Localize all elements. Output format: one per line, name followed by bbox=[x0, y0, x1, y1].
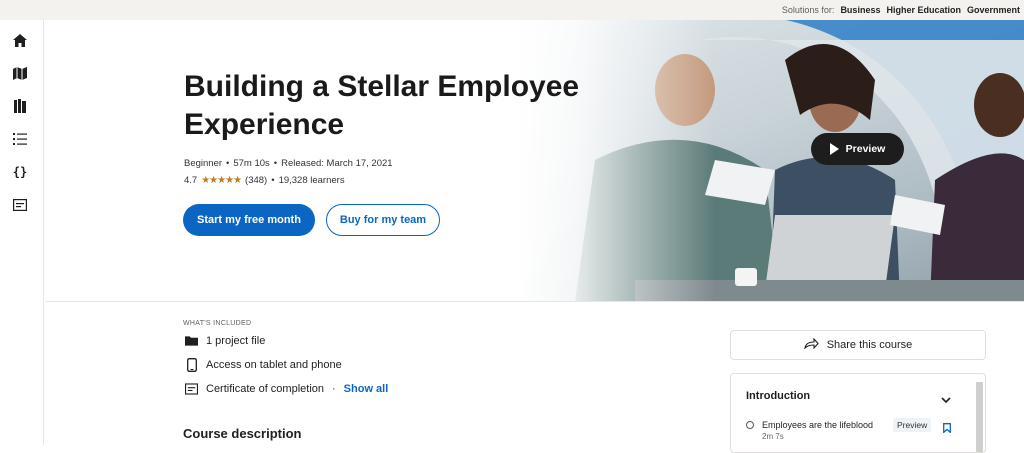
rating-stars-icon: ★★★★★ bbox=[201, 175, 242, 186]
rating-count[interactable]: (348) bbox=[245, 175, 267, 186]
map-icon[interactable] bbox=[12, 65, 28, 81]
rating-value: 4.7 bbox=[184, 175, 198, 186]
toc-video-item[interactable]: Employees are the lifeblood 2m 7s bbox=[746, 420, 873, 441]
start-free-month-button[interactable]: Start my free month bbox=[183, 204, 315, 236]
folder-icon bbox=[185, 334, 198, 347]
play-icon bbox=[829, 143, 839, 155]
included-item: Certificate of completion · Show all bbox=[185, 382, 388, 395]
course-contents-panel: Introduction Employees are the lifeblood… bbox=[730, 373, 986, 453]
video-title: Employees are the lifeblood bbox=[762, 420, 874, 430]
buy-for-team-button[interactable]: Buy for my team bbox=[326, 204, 440, 236]
course-title: Building a Stellar Employee Experience bbox=[184, 70, 580, 141]
included-item-label: 1 project file bbox=[206, 334, 266, 347]
solutions-link-government[interactable]: Government bbox=[967, 5, 1020, 15]
show-all-link[interactable]: Show all bbox=[344, 383, 389, 395]
bookmark-icon[interactable] bbox=[943, 420, 951, 438]
video-status-icon bbox=[746, 421, 754, 429]
video-duration: 2m 7s bbox=[762, 432, 784, 441]
included-item: 1 project file bbox=[185, 334, 265, 347]
included-item-label: Access on tablet and phone bbox=[206, 358, 342, 371]
course-release-date: Released: March 17, 2021 bbox=[281, 158, 393, 169]
left-nav-rail: {} bbox=[0, 20, 44, 445]
list-icon[interactable] bbox=[12, 131, 28, 147]
share-course-label: Share this course bbox=[826, 339, 913, 351]
home-icon[interactable] bbox=[12, 32, 28, 48]
toc-scrollbar[interactable] bbox=[976, 382, 983, 452]
toc-section-title[interactable]: Introduction bbox=[746, 390, 810, 402]
course-meta: Beginner • 57m 10s • Released: March 17,… bbox=[184, 158, 393, 169]
code-icon[interactable]: {} bbox=[12, 164, 28, 180]
chevron-down-icon[interactable] bbox=[941, 391, 951, 409]
preview-button[interactable]: Preview bbox=[811, 133, 904, 165]
library-icon[interactable] bbox=[12, 98, 28, 114]
included-item: Access on tablet and phone bbox=[185, 357, 342, 372]
card-icon[interactable] bbox=[12, 197, 28, 213]
learner-count: 19,328 learners bbox=[278, 175, 345, 186]
solutions-link-business[interactable]: Business bbox=[840, 5, 880, 15]
video-preview-badge[interactable]: Preview bbox=[893, 418, 932, 432]
solutions-link-higher-education[interactable]: Higher Education bbox=[886, 5, 961, 15]
top-bar: Solutions for: Business Higher Education… bbox=[0, 0, 1024, 20]
phone-icon bbox=[185, 357, 198, 372]
preview-button-label: Preview bbox=[845, 143, 886, 155]
certificate-icon bbox=[185, 382, 198, 395]
share-course-button[interactable]: Share this course bbox=[730, 330, 986, 360]
included-item-label: Certificate of completion bbox=[206, 382, 324, 395]
share-icon bbox=[803, 337, 819, 352]
course-level: Beginner bbox=[184, 158, 223, 169]
course-duration: 57m 10s bbox=[233, 158, 270, 169]
course-description-heading: Course description bbox=[183, 426, 302, 441]
course-rating: 4.7 ★★★★★ (348) • 19,328 learners bbox=[184, 175, 345, 186]
solutions-label: Solutions for: bbox=[781, 5, 835, 15]
whats-included-label: WHAT'S INCLUDED bbox=[183, 320, 252, 327]
course-hero: Building a Stellar Employee Experience B… bbox=[45, 20, 1024, 302]
